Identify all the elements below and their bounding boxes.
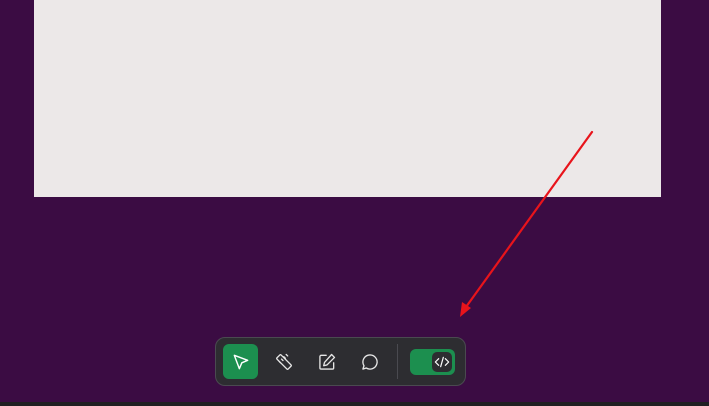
toggle-knob [432,351,452,372]
edit-tool-button[interactable] [309,344,344,379]
toolbar-divider [397,344,398,379]
canvas-preview-panel [34,0,661,197]
ruler-tool-button[interactable] [266,344,301,379]
bottom-toolbar [215,337,466,386]
code-icon [434,356,450,367]
ruler-icon [275,353,292,370]
edit-icon [318,353,335,370]
code-view-toggle[interactable] [410,348,455,375]
pointer-tool-button[interactable] [223,344,258,379]
bottom-edge-strip [0,402,709,406]
pointer-icon [233,354,248,369]
comment-tool-button[interactable] [352,344,387,379]
comment-icon [361,353,378,370]
